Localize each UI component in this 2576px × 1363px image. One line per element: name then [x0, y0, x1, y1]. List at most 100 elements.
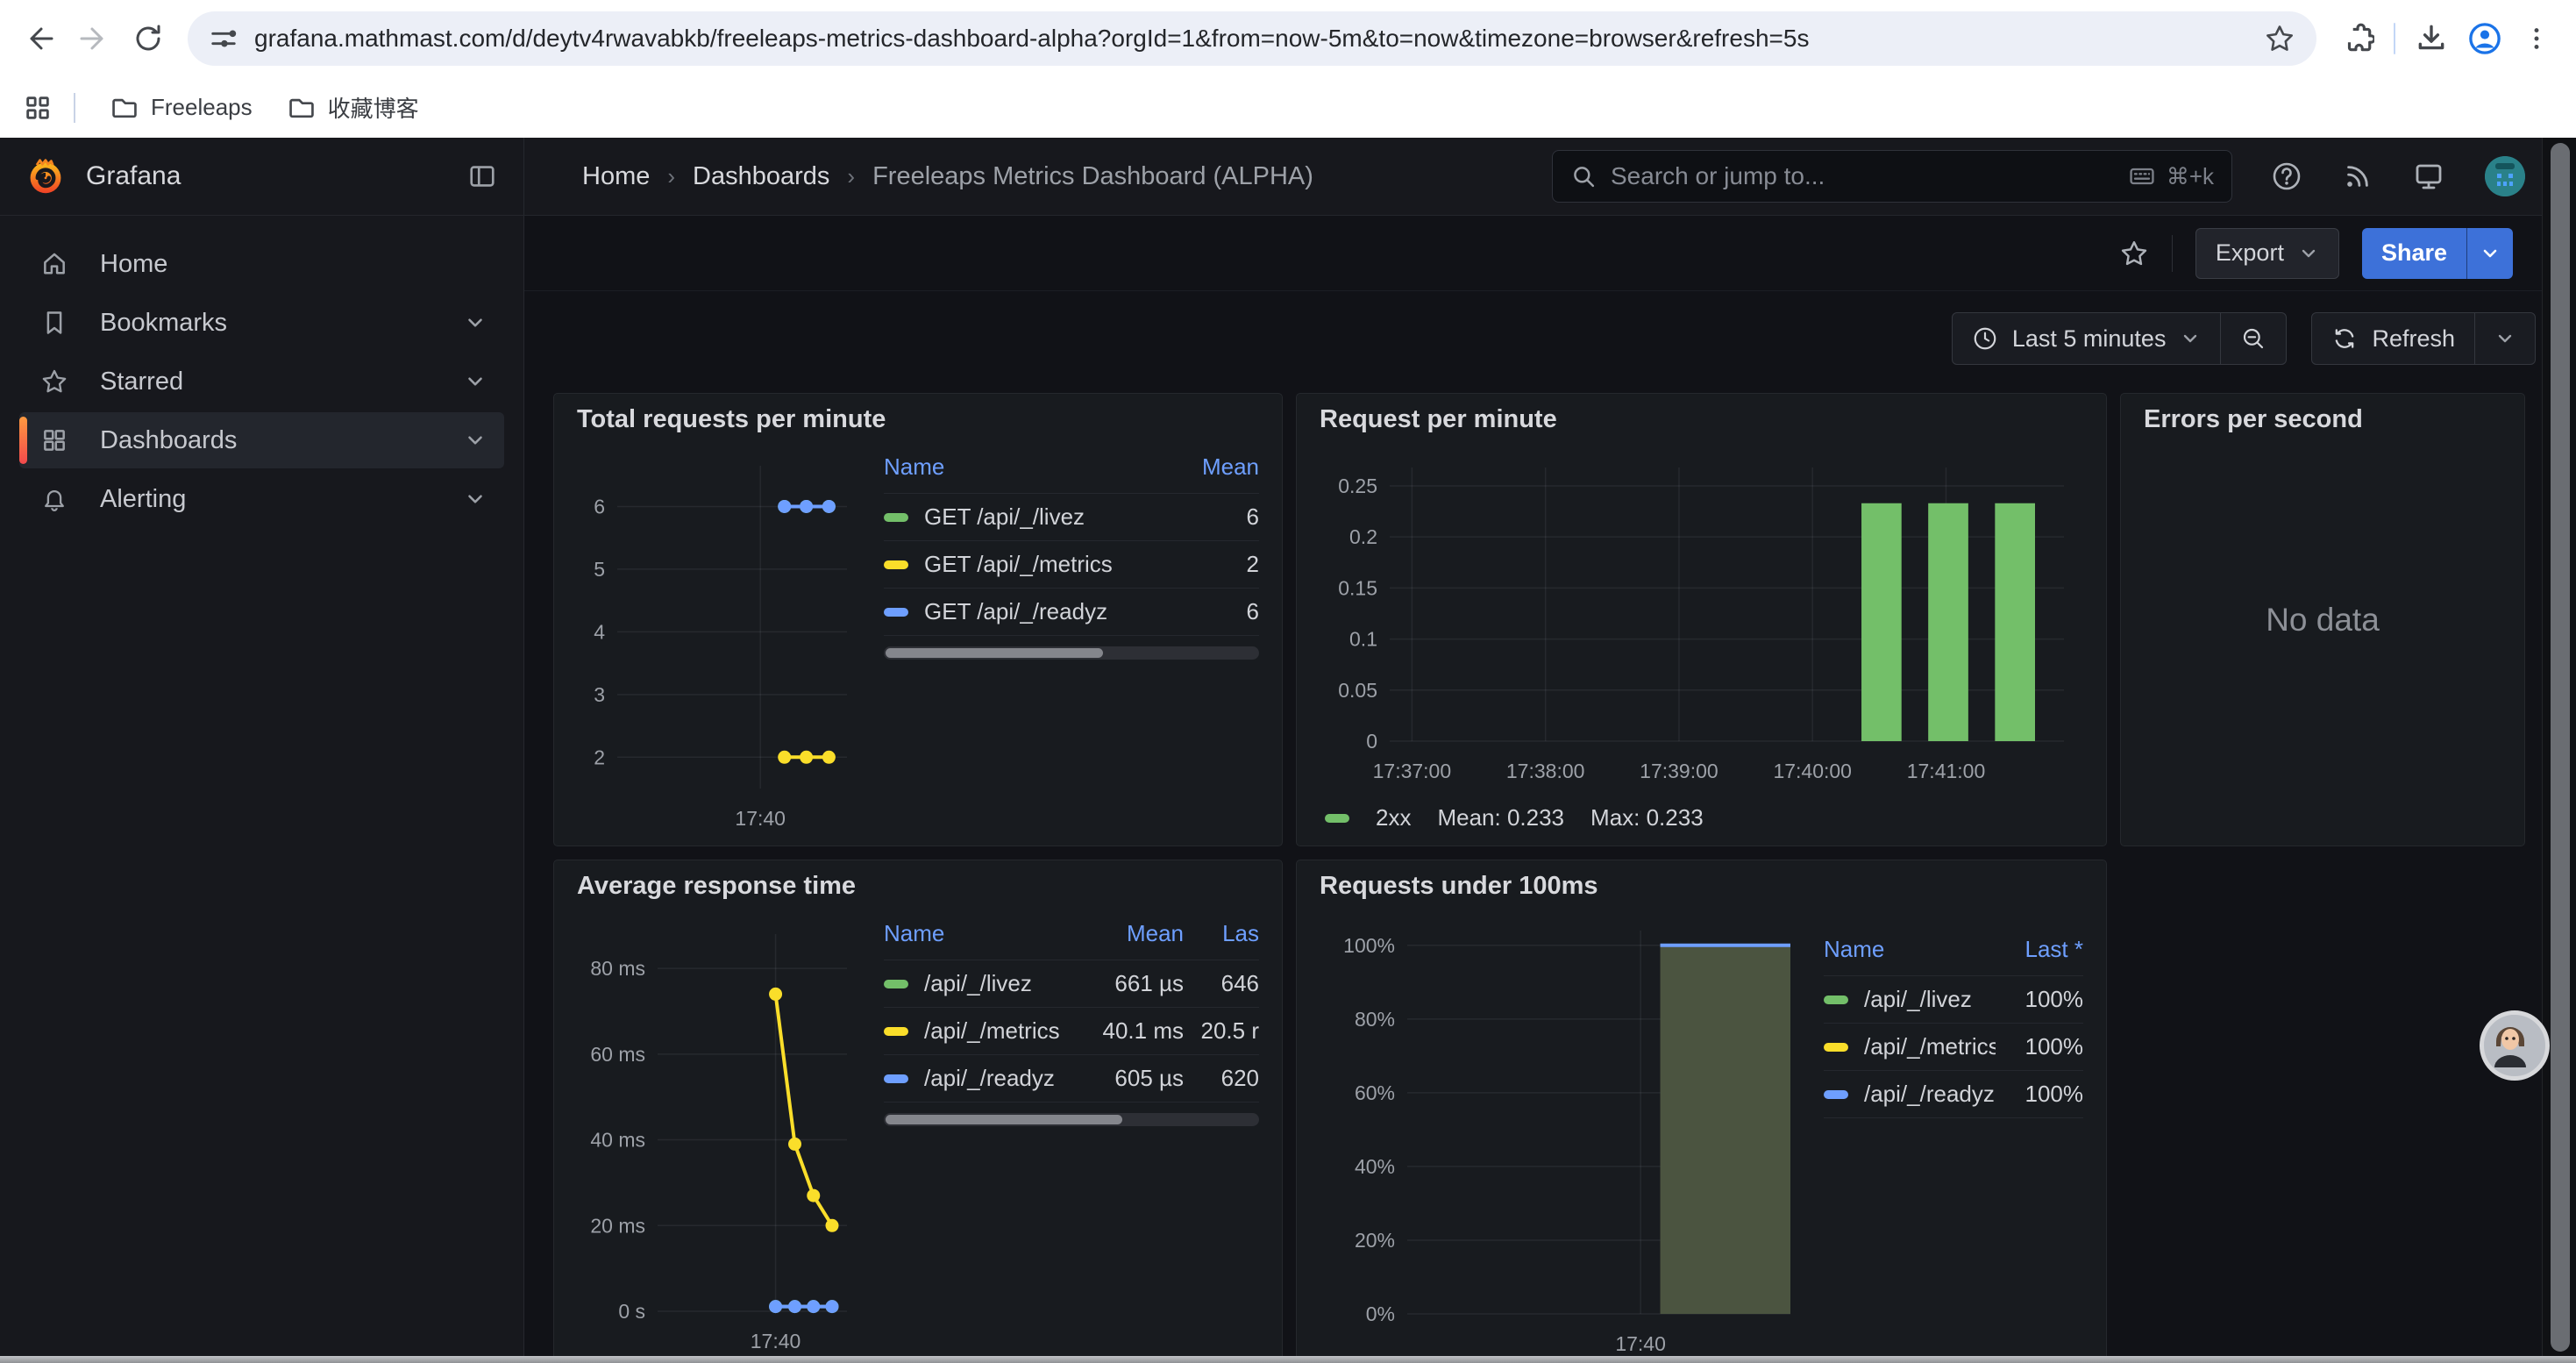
svg-text:0: 0 [1366, 730, 1377, 753]
column-header-last[interactable]: Las [1184, 920, 1259, 947]
svg-text:60%: 60% [1355, 1081, 1395, 1104]
user-avatar[interactable] [2485, 156, 2525, 196]
extensions-icon[interactable] [2341, 22, 2374, 55]
share-button[interactable]: Share [2362, 228, 2466, 279]
column-header-name[interactable]: Name [884, 453, 1171, 481]
refresh-interval-button[interactable] [2474, 313, 2535, 364]
series-swatch [884, 980, 908, 988]
scrollbar-thumb[interactable] [886, 1115, 1122, 1124]
page-scrollbar-thumb[interactable] [2551, 143, 2570, 1352]
scrollbar-thumb[interactable] [886, 648, 1103, 658]
legend-row[interactable]: GET /api/_/metrics 2 [884, 540, 1259, 588]
column-header-last[interactable]: Last * [1996, 936, 2083, 963]
time-range-picker[interactable]: Last 5 minutes [1953, 313, 2221, 364]
export-button[interactable]: Export [2195, 228, 2339, 279]
chevron-down-icon[interactable] [464, 311, 487, 334]
toolbar-divider [2394, 23, 2395, 54]
assistant-avatar[interactable] [2480, 1010, 2550, 1081]
svg-text:17:40:00: 17:40:00 [1773, 760, 1852, 782]
column-header-mean[interactable]: Mean [1061, 920, 1184, 947]
legend-row[interactable]: /api/_/readyz 605 µs 620 [884, 1054, 1259, 1102]
dashboard-main: Export Share [524, 216, 2576, 1357]
panel-title[interactable]: Total requests per minute [554, 394, 1282, 445]
sidebar-label: Dashboards [100, 426, 432, 455]
svg-text:0.25: 0.25 [1338, 475, 1377, 497]
legend-row[interactable]: /api/_/metrics 40.1 ms 20.5 r [884, 1007, 1259, 1054]
share-menu-button[interactable] [2466, 228, 2513, 279]
panel-title[interactable]: Request per minute [1297, 394, 2106, 445]
zoom-out-button[interactable] [2220, 313, 2286, 364]
legend-row[interactable]: /api/_/livez 100% [1824, 975, 2083, 1023]
breadcrumb-home[interactable]: Home [582, 162, 650, 191]
refresh-button[interactable]: Refresh [2312, 313, 2474, 364]
news-rss-icon[interactable] [2343, 161, 2373, 191]
url-text[interactable]: grafana.mathmast.com/d/deytv4rwavabkb/fr… [254, 25, 2248, 53]
apps-grid-icon[interactable] [23, 93, 53, 123]
legend-row[interactable]: GET /api/_/livez 6 [884, 493, 1259, 540]
requests-under-100ms-chart[interactable]: 100%80%60%40%20%0%17:40 [1314, 917, 1801, 1357]
help-icon[interactable] [2271, 161, 2302, 192]
legend-row[interactable]: /api/_/livez 661 µs 646 [884, 960, 1259, 1007]
grafana-body: Home Bookmarks Starred Dashboards [0, 216, 2576, 1357]
sidebar-toggle-icon[interactable] [467, 161, 497, 191]
panel-title[interactable]: Errors per second [2121, 394, 2524, 445]
bookmark-folder-freeleaps[interactable]: Freeleaps [96, 87, 267, 129]
sidebar-item-dashboards[interactable]: Dashboards [19, 412, 504, 468]
avg-response-time-chart[interactable]: 80 ms60 ms40 ms20 ms0 s17:40 [572, 917, 861, 1355]
svg-text:0 s: 0 s [618, 1300, 645, 1323]
total-requests-chart[interactable]: 6543217:40 [572, 450, 861, 834]
breadcrumb-dashboards[interactable]: Dashboards [693, 162, 829, 191]
legend-row[interactable]: GET /api/_/readyz 6 [884, 588, 1259, 635]
keyboard-icon [2128, 162, 2156, 190]
column-header-name[interactable]: Name [884, 920, 1061, 947]
column-header-name[interactable]: Name [1824, 936, 1996, 963]
grafana-logo-icon[interactable] [26, 157, 65, 196]
forward-icon[interactable] [70, 15, 117, 62]
search-input[interactable]: Search or jump to... ⌘+k [1552, 150, 2232, 203]
bookmarks-bar: Freeleaps 收藏博客 [0, 77, 2576, 138]
downloads-icon[interactable] [2415, 22, 2448, 55]
chevron-down-icon[interactable] [464, 370, 487, 393]
legend-row[interactable]: /api/_/readyz 100% [1824, 1070, 2083, 1117]
back-icon[interactable] [16, 15, 63, 62]
profile-icon[interactable] [2467, 21, 2502, 56]
legend-scrollbar[interactable] [884, 646, 1259, 660]
star-icon [40, 368, 68, 396]
sidebar: Home Bookmarks Starred Dashboards [0, 216, 524, 1357]
reload-icon[interactable] [125, 15, 172, 62]
chevron-down-icon[interactable] [464, 488, 487, 510]
browser-menu-icon[interactable] [2522, 24, 2551, 54]
grafana-brand-name: Grafana [86, 161, 446, 191]
panel-title[interactable]: Requests under 100ms [1297, 860, 2106, 911]
sidebar-item-starred[interactable]: Starred [19, 353, 504, 410]
sidebar-item-alerting[interactable]: Alerting [19, 471, 504, 527]
url-bar[interactable]: grafana.mathmast.com/d/deytv4rwavabkb/fr… [188, 11, 2316, 66]
request-per-minute-chart[interactable]: 0.250.20.150.10.05017:37:0017:38:0017:39… [1313, 445, 2080, 796]
legend-scrollbar[interactable] [884, 1113, 1259, 1126]
page-scrollbar-track[interactable] [2542, 138, 2576, 1356]
svg-text:17:39:00: 17:39:00 [1640, 760, 1719, 782]
svg-text:60 ms: 60 ms [590, 1043, 645, 1066]
monitor-icon[interactable] [2413, 161, 2444, 192]
sidebar-item-bookmarks[interactable]: Bookmarks [19, 295, 504, 351]
column-header-mean[interactable]: Mean [1171, 453, 1259, 481]
sidebar-item-home[interactable]: Home [19, 236, 504, 292]
legend-row[interactable]: /api/_/metrics 100% [1824, 1023, 2083, 1070]
bookmark-star-icon[interactable] [2264, 23, 2295, 54]
chevron-down-icon[interactable] [464, 429, 487, 452]
panel-total-requests: Total requests per minute 6543217:40 Nam… [553, 393, 1283, 846]
svg-text:40%: 40% [1355, 1155, 1395, 1178]
search-shortcut: ⌘+k [2128, 162, 2214, 190]
panel-title[interactable]: Average response time [554, 860, 1282, 911]
series-swatch [884, 1027, 908, 1036]
folder-icon [288, 94, 316, 122]
series-swatch [884, 513, 908, 522]
series-swatch [884, 608, 908, 617]
site-settings-icon[interactable] [209, 24, 238, 54]
zoom-out-icon [2240, 325, 2266, 352]
window-bottom-edge [0, 1356, 2576, 1363]
favorite-star-icon[interactable] [2119, 239, 2149, 268]
series-name[interactable]: 2xx [1376, 804, 1411, 831]
svg-text:17:40: 17:40 [751, 1330, 801, 1352]
bookmark-folder-blogs[interactable]: 收藏博客 [274, 84, 433, 131]
